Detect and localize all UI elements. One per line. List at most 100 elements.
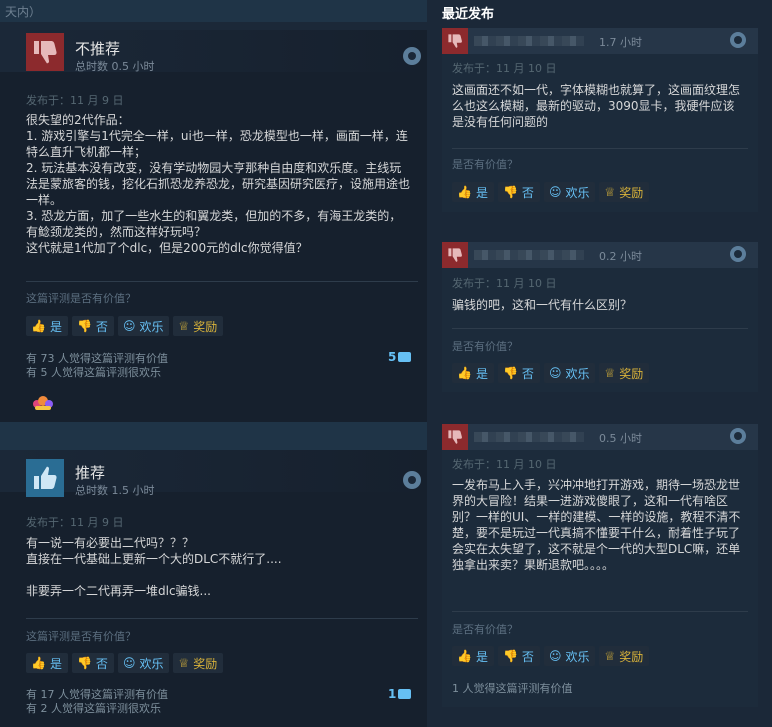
review-verdict: 不推荐 (75, 40, 121, 58)
vote-no-button[interactable]: 👎 否 (71, 653, 114, 673)
award-label: 奖励 (619, 366, 644, 381)
vote-funny-button[interactable]: ☺ 欢乐 (543, 182, 596, 202)
thumbs-down-icon (442, 424, 468, 450)
award-label: 奖励 (193, 319, 218, 334)
posted-date: 发布于：11 月 9 日 (26, 516, 124, 529)
thumbs-down-icon: 👎 (76, 656, 92, 670)
award-button[interactable]: ♕ 奖励 (173, 653, 224, 673)
posted-date: 发布于：11 月 9 日 (26, 94, 124, 107)
thumbs-down-icon (26, 33, 64, 71)
previous-section-text: 天内） (5, 5, 42, 19)
award-ribbon-icon: ♕ (178, 656, 190, 670)
review-separator (0, 422, 427, 450)
vote-yes-button[interactable]: 👍 是 (452, 363, 494, 383)
vote-funny-label: 欢乐 (139, 319, 164, 334)
vote-funny-label: 欢乐 (139, 656, 164, 671)
review-card: 推荐 总时数 1.5 小时 发布于：11 月 9 日 有一说一有必要出二代吗？？… (0, 450, 427, 727)
vote-yes-label: 是 (49, 319, 62, 334)
redacted-username (474, 36, 584, 46)
award-ribbon-icon: ♕ (178, 319, 190, 333)
vote-no-button[interactable]: 👎 否 (497, 182, 540, 202)
award-button[interactable]: ♕ 奖励 (599, 363, 650, 383)
award-button[interactable]: ♕ 奖励 (173, 316, 224, 336)
vote-funny-button[interactable]: ☺ 欢乐 (543, 363, 596, 383)
steam-icon (730, 32, 746, 48)
review-header (0, 30, 427, 72)
review-card: 不推荐 总时数 0.5 小时 发布于：11 月 9 日 很失望的2代作品： 1.… (0, 30, 427, 422)
redacted-username (474, 432, 584, 442)
vote-yes-button[interactable]: 👍 是 (452, 646, 494, 666)
vote-yes-label: 是 (475, 649, 488, 664)
thumbs-up-icon: 👍 (31, 656, 46, 670)
thumbs-up-icon (26, 459, 64, 497)
redacted-username (474, 250, 584, 260)
thumbs-up-icon: 👍 (457, 366, 472, 380)
steam-icon (403, 471, 421, 489)
steam-icon (730, 428, 746, 444)
review-verdict: 推荐 (75, 464, 106, 482)
review-body: 有一说一有必要出二代吗？？？ 直接在一代基础上更新一个大的DLC不就行了....… (26, 536, 282, 598)
divider (452, 148, 748, 149)
funny-count: 有 5 人觉得这篇评测很欢乐 (26, 366, 161, 379)
vote-no-label: 否 (521, 649, 534, 664)
award-label: 奖励 (619, 649, 644, 664)
posted-date: 发布于：11 月 10 日 (452, 458, 557, 471)
helpful-count: 有 73 人觉得这篇评测有价值 (26, 352, 168, 365)
comment-bubble-icon (398, 352, 412, 362)
posted-date: 发布于：11 月 10 日 (452, 62, 557, 75)
recent-review-card: 1.7 小时 发布于：11 月 10 日 这画面还不如一代，字体模糊也就算了，这… (442, 28, 758, 212)
vote-funny-button[interactable]: ☺ 欢乐 (543, 646, 596, 666)
comment-count[interactable]: 5 (388, 350, 412, 364)
vote-no-button[interactable]: 👎 否 (71, 316, 114, 336)
vote-buttons: 👍 是 👎 否 ☺ 欢乐 ♕ 奖励 (452, 182, 650, 202)
vote-buttons: 👍 是 👎 否 ☺ 欢乐 ♕ 奖励 (26, 316, 224, 336)
award-ribbon-icon: ♕ (604, 649, 616, 663)
vote-no-button[interactable]: 👎 否 (497, 646, 540, 666)
comment-count[interactable]: 1 (388, 687, 412, 701)
thumbs-down-icon: 👎 (502, 185, 518, 199)
vote-funny-button[interactable]: ☺ 欢乐 (117, 316, 170, 336)
thumbs-up-icon: 👍 (31, 319, 46, 333)
thumbs-up-icon: 👍 (457, 185, 472, 199)
vote-yes-button[interactable]: 👍 是 (26, 316, 68, 336)
vote-no-label: 否 (95, 656, 108, 671)
vote-buttons: 👍 是 👎 否 ☺ 欢乐 ♕ 奖励 (452, 646, 650, 666)
vote-no-button[interactable]: 👎 否 (497, 363, 540, 383)
award-ribbon-icon: ♕ (604, 185, 616, 199)
playtime-hours: 总时数 0.5 小时 (75, 60, 155, 73)
divider (26, 281, 418, 282)
helpful-count: 1 人觉得这篇评测有价值 (452, 682, 573, 695)
thumbs-down-icon: 👎 (502, 366, 518, 380)
steam-icon (730, 246, 746, 262)
posted-date: 发布于：11 月 10 日 (452, 277, 557, 290)
smile-icon: ☺ (548, 185, 562, 199)
vote-funny-label: 欢乐 (565, 185, 590, 200)
helpful-question: 这篇评测是否有价值？ (26, 630, 136, 643)
comment-count-value: 1 (388, 687, 397, 701)
helpful-question: 这篇评测是否有价值？ (26, 292, 136, 305)
vote-funny-label: 欢乐 (565, 366, 590, 381)
received-award-icon (33, 396, 53, 410)
thumbs-down-icon: 👎 (502, 649, 518, 663)
smile-icon: ☺ (548, 366, 562, 380)
review-header (0, 450, 427, 492)
vote-yes-button[interactable]: 👍 是 (452, 182, 494, 202)
award-button[interactable]: ♕ 奖励 (599, 646, 650, 666)
thumbs-down-icon (442, 242, 468, 268)
award-button[interactable]: ♕ 奖励 (599, 182, 650, 202)
smile-icon: ☺ (122, 319, 136, 333)
thumbs-down-icon: 👎 (76, 319, 92, 333)
smile-icon: ☺ (548, 649, 562, 663)
steam-icon (403, 47, 421, 65)
vote-no-label: 否 (95, 319, 108, 334)
helpful-question: 是否有价值？ (452, 623, 518, 636)
review-body: 这画面还不如一代，字体模糊也就算了，这画面纹理怎么也这么模糊，最新的驱动，309… (452, 83, 741, 129)
helpful-question: 是否有价值？ (452, 158, 518, 171)
playtime-hours: 0.2 小时 (599, 250, 642, 263)
vote-buttons: 👍 是 👎 否 ☺ 欢乐 ♕ 奖励 (26, 653, 224, 673)
vote-yes-button[interactable]: 👍 是 (26, 653, 68, 673)
vote-funny-button[interactable]: ☺ 欢乐 (117, 653, 170, 673)
award-label: 奖励 (619, 185, 644, 200)
vote-yes-label: 是 (475, 366, 488, 381)
playtime-hours: 0.5 小时 (599, 432, 642, 445)
